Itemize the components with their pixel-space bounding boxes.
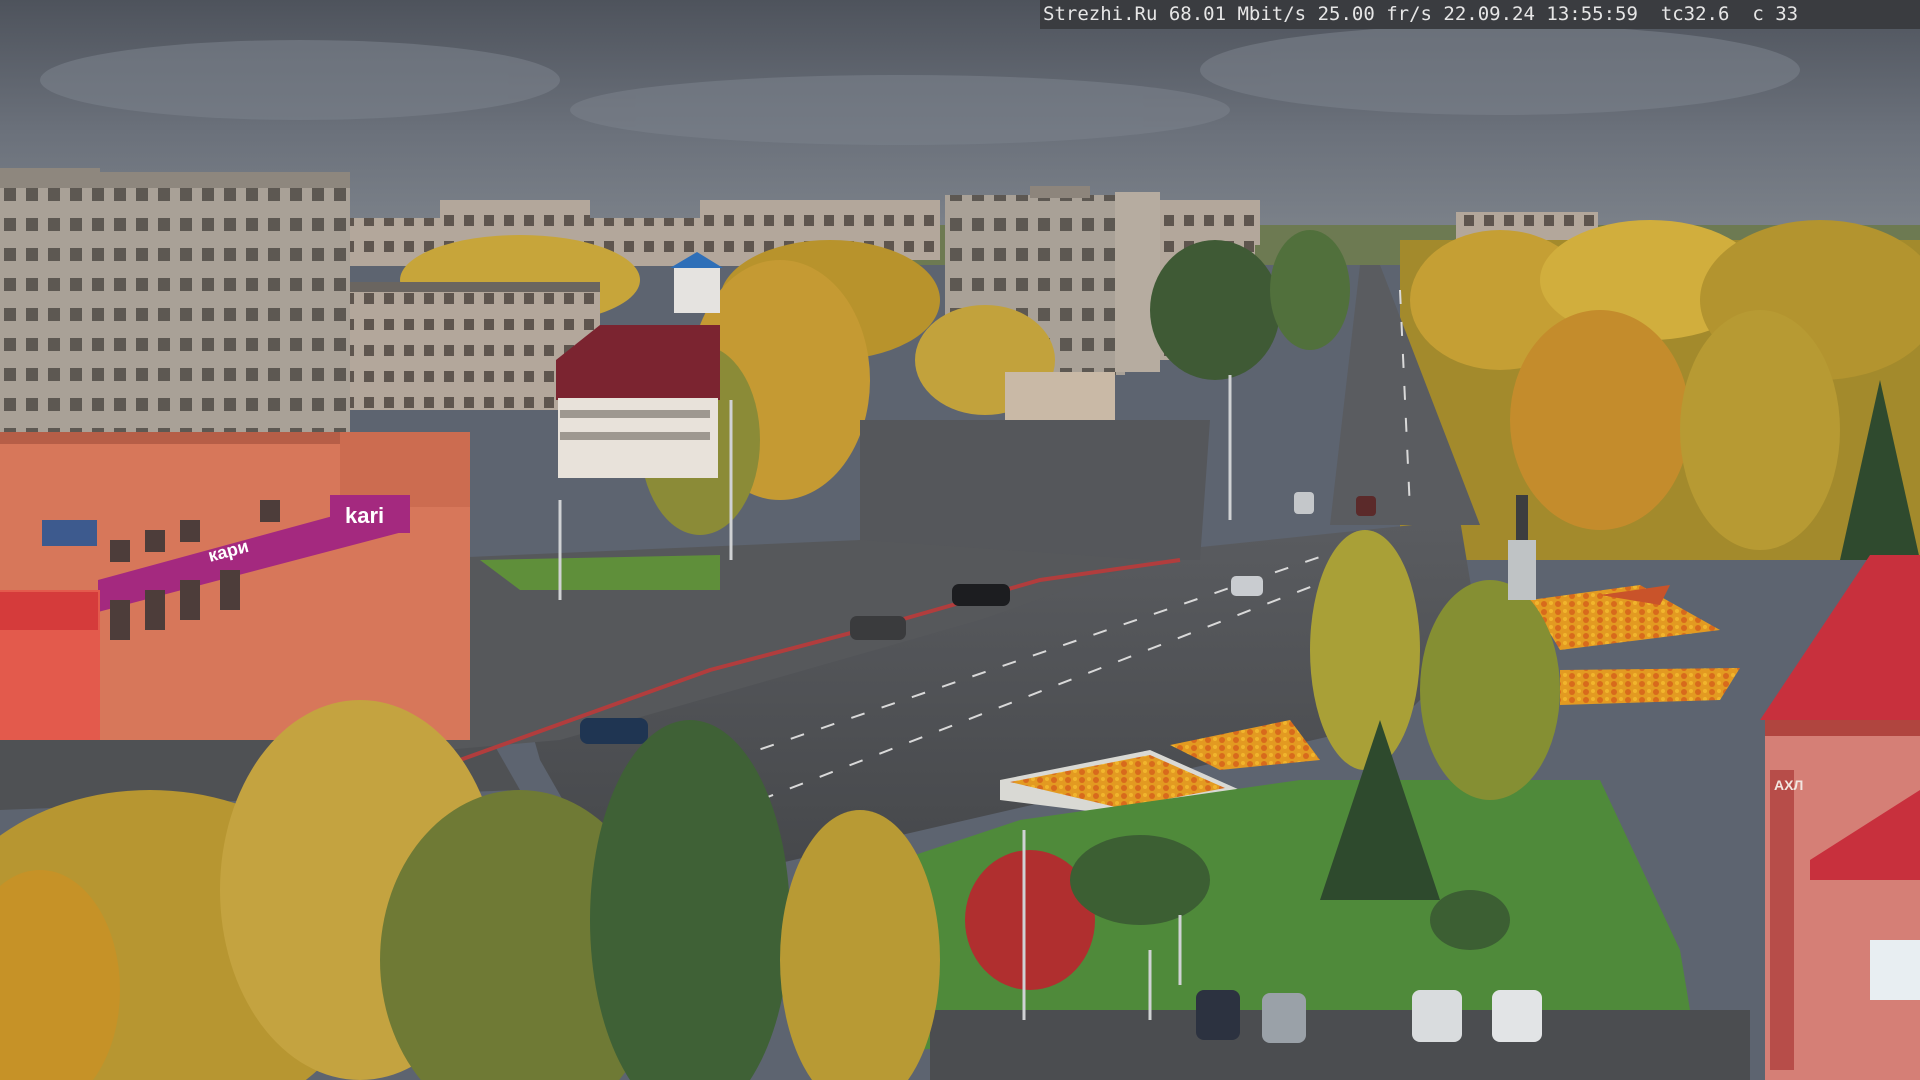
webcam-scene: kari кари АХЛ [0,0,1920,1080]
red-roof-building-right: АХЛ [1760,555,1920,1080]
red-roof-house [556,325,720,478]
osd-time: 13:55:59 [1546,3,1638,25]
osd-framerate: 25.00 fr/s [1317,3,1432,25]
kari-store: kari кари [0,432,470,740]
right-forest [1400,220,1920,560]
pavilion-building [1005,372,1115,420]
kari-sign-text: kari [345,503,384,528]
osd-bitrate: 68.01 Mbit/s [1168,3,1307,25]
osd-c: c 33 [1752,3,1799,25]
camera-osd-overlay: Strezhi.Ru 68.01 Mbit/s 25.00 fr/s 22.09… [1040,0,1920,29]
osd-date: 22.09.24 [1443,3,1535,25]
parking-lot [930,1010,1750,1080]
lawn-left [480,555,720,590]
osd-site: Strezhi.Ru [1043,3,1158,25]
osd-tc: tc32.6 [1660,3,1730,25]
ahl-sign: АХЛ [1774,777,1803,793]
